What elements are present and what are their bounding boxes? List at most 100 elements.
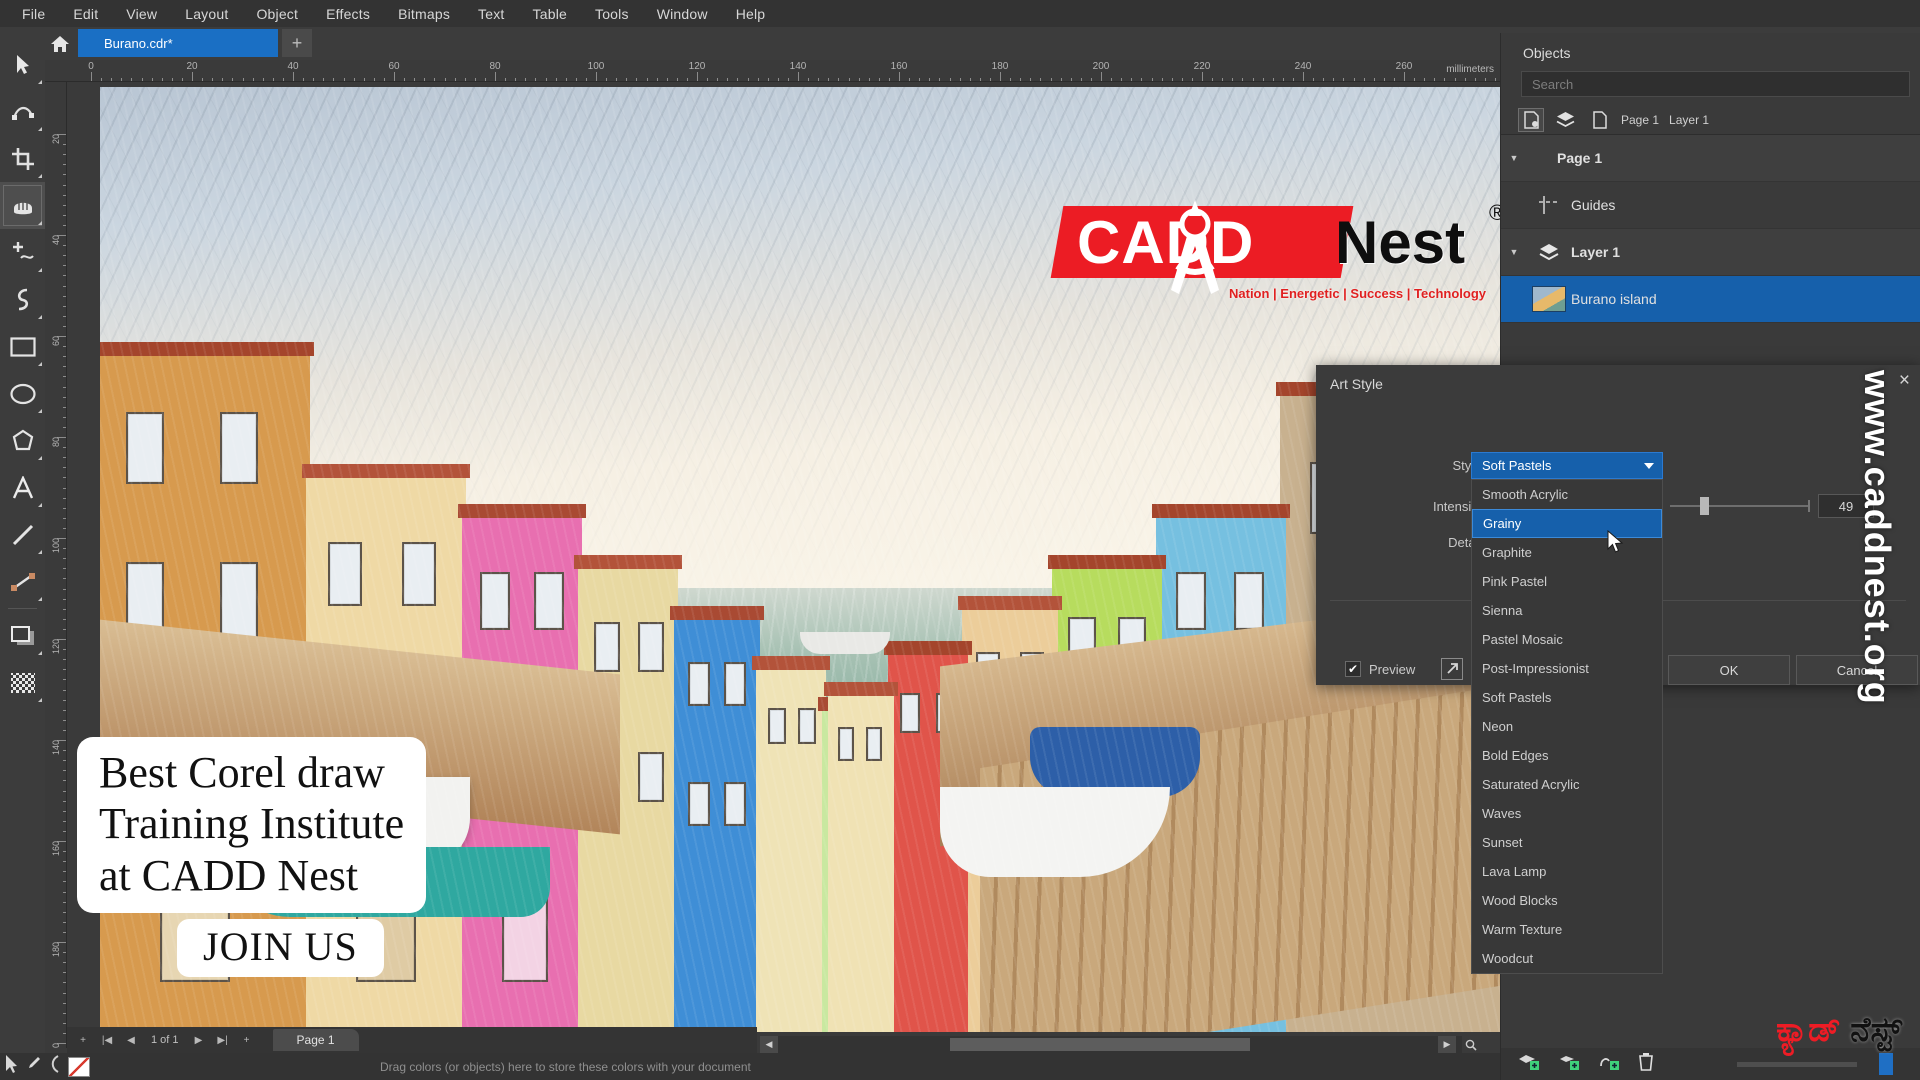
pick-tool[interactable] — [0, 41, 45, 88]
artistic-media-tool[interactable] — [0, 276, 45, 323]
docker-search-input[interactable]: Search — [1521, 71, 1910, 97]
dropdown-option-woodcut[interactable]: Woodcut — [1472, 944, 1662, 973]
menu-text[interactable]: Text — [464, 3, 518, 25]
dropdown-option-wood-blocks[interactable]: Wood Blocks — [1472, 886, 1662, 915]
dropdown-option-warm-texture[interactable]: Warm Texture — [1472, 915, 1662, 944]
dropdown-option-saturated-acrylic[interactable]: Saturated Acrylic — [1472, 770, 1662, 799]
ruler-tick-label: 160 — [890, 61, 908, 72]
freehand-tool[interactable] — [0, 229, 45, 276]
dropdown-option-soft-pastels[interactable]: Soft Pastels — [1472, 683, 1662, 712]
menu-file[interactable]: File — [8, 3, 59, 25]
zoom-tool[interactable] — [0, 182, 45, 229]
ellipse-tool[interactable] — [0, 370, 45, 417]
document-tab[interactable]: Burano.cdr* — [78, 29, 278, 57]
polygon-tool[interactable] — [0, 417, 45, 464]
zoom-fit-button[interactable] — [1462, 1036, 1480, 1053]
first-page-button[interactable]: |◀ — [97, 1030, 117, 1050]
eyedropper-icon[interactable] — [26, 1055, 42, 1078]
docker-scroll-thumb[interactable] — [1879, 1053, 1893, 1075]
menu-tools[interactable]: Tools — [581, 3, 643, 25]
menu-help[interactable]: Help — [722, 3, 780, 25]
no-fill-swatch[interactable] — [68, 1056, 90, 1077]
delete-icon[interactable] — [1637, 1052, 1655, 1076]
horizontal-scroll-thumb[interactable] — [950, 1038, 1250, 1051]
add-page-after-button[interactable]: + — [237, 1030, 257, 1050]
menu-effects[interactable]: Effects — [312, 3, 384, 25]
tree-row-layer-1[interactable]: ▼ Layer 1 — [1501, 229, 1920, 276]
dropdown-option-waves[interactable]: Waves — [1472, 799, 1662, 828]
dropdown-option-lava-lamp[interactable]: Lava Lamp — [1472, 857, 1662, 886]
parallel-dimension-tool[interactable] — [0, 511, 45, 558]
dropdown-option-sienna[interactable]: Sienna — [1472, 596, 1662, 625]
dropdown-option-graphite[interactable]: Graphite — [1472, 538, 1662, 567]
intensity-slider-track[interactable] — [1670, 505, 1810, 507]
dropdown-option-post-impressionist[interactable]: Post-Impressionist — [1472, 654, 1662, 683]
home-icon[interactable] — [46, 30, 74, 57]
dropdown-option-grainy[interactable]: Grainy — [1472, 509, 1662, 538]
scroll-left-button[interactable]: ◀ — [760, 1036, 778, 1053]
ruler-minor-tick — [242, 78, 244, 81]
ruler-minor-tick — [1151, 78, 1153, 81]
menu-window[interactable]: Window — [643, 3, 722, 25]
close-icon[interactable]: × — [1899, 371, 1910, 390]
intensity-slider-knob[interactable] — [1700, 497, 1709, 515]
menu-view[interactable]: View — [112, 3, 171, 25]
tree-row-burano-island[interactable]: Burano island — [1501, 276, 1920, 323]
crop-tool[interactable] — [0, 135, 45, 182]
ruler-minor-tick — [818, 78, 820, 81]
join-us-button[interactable]: JOIN US — [177, 919, 384, 978]
scroll-right-button[interactable]: ▶ — [1438, 1036, 1456, 1053]
chevron-down-icon[interactable] — [1644, 463, 1654, 469]
popout-icon[interactable] — [1441, 658, 1464, 680]
no-color-icon[interactable] — [48, 1055, 62, 1078]
menu-edit[interactable]: Edit — [59, 3, 112, 25]
menu-table[interactable]: Table — [519, 3, 581, 25]
dropdown-option-bold-edges[interactable]: Bold Edges — [1472, 741, 1662, 770]
ruler-minor-tick — [515, 78, 517, 81]
next-page-button[interactable]: ▶ — [189, 1030, 209, 1050]
menu-bitmaps[interactable]: Bitmaps — [384, 3, 464, 25]
page-properties-icon[interactable] — [1518, 107, 1544, 132]
connector-tool[interactable] — [0, 558, 45, 605]
dropdown-option-smooth-acrylic[interactable]: Smooth Acrylic — [1472, 480, 1662, 509]
ruler-minor-tick — [787, 78, 789, 81]
dropdown-option-neon[interactable]: Neon — [1472, 712, 1662, 741]
document-icon[interactable] — [1587, 109, 1611, 131]
chevron-down-icon[interactable]: ▼ — [1501, 247, 1527, 257]
edit-across-layers-icon[interactable] — [1597, 1053, 1619, 1076]
tree-row-guides[interactable]: Guides — [1501, 182, 1920, 229]
text-tool[interactable] — [0, 464, 45, 511]
menu-object[interactable]: Object — [242, 3, 312, 25]
drop-shadow-tool[interactable] — [0, 612, 45, 659]
new-master-layer-icon[interactable] — [1557, 1053, 1579, 1076]
ruler-minor-tick — [63, 376, 66, 378]
last-page-button[interactable]: ▶| — [213, 1030, 233, 1050]
vertical-ruler[interactable]: 20 40 60 80 100 120 140 160 180 200 — [45, 82, 67, 1048]
tree-row-page-1[interactable]: ▼ Page 1 — [1501, 135, 1920, 182]
previous-page-button[interactable]: ◀ — [121, 1030, 141, 1050]
style-combobox[interactable]: Soft Pastels — [1471, 452, 1663, 479]
new-layer-icon[interactable] — [1517, 1053, 1539, 1076]
layers-icon[interactable] — [1553, 109, 1577, 131]
menu-layout[interactable]: Layout — [171, 3, 242, 25]
add-tab-button[interactable]: + — [282, 29, 312, 57]
chevron-down-icon[interactable]: ▼ — [1501, 153, 1527, 163]
rectangle-tool[interactable] — [0, 323, 45, 370]
dropdown-option-pink-pastel[interactable]: Pink Pastel — [1472, 567, 1662, 596]
ruler-minor-tick — [1484, 78, 1486, 81]
horizontal-ruler[interactable]: millimeters 0 20 40 60 80 100 120 140 160 180 200 2… — [45, 60, 1500, 82]
canvas-horizontal-scrollbar[interactable]: ◀ ▶ — [760, 1036, 1480, 1053]
dropdown-option-pastel-mosaic[interactable]: Pastel Mosaic — [1472, 625, 1662, 654]
ok-button[interactable]: OK — [1668, 655, 1790, 685]
add-page-before-button[interactable]: + — [73, 1030, 93, 1050]
ruler-minor-tick — [1191, 78, 1193, 81]
page-tab-page-1[interactable]: Page 1 — [272, 1029, 359, 1051]
building-right-6 — [824, 682, 898, 1032]
shape-tool[interactable] — [0, 88, 45, 135]
preview-checkbox[interactable]: ✔ — [1345, 661, 1361, 677]
dropdown-option-sunset[interactable]: Sunset — [1472, 828, 1662, 857]
transparency-tool[interactable] — [0, 659, 45, 706]
ruler-unit-label: millimeters — [1446, 64, 1494, 75]
drawing-canvas[interactable]: CADD Nest ® Nation | Energetic | Success… — [67, 82, 1500, 1048]
style-dropdown-list[interactable]: Smooth Acrylic Grainy Graphite Pink Past… — [1471, 479, 1663, 974]
